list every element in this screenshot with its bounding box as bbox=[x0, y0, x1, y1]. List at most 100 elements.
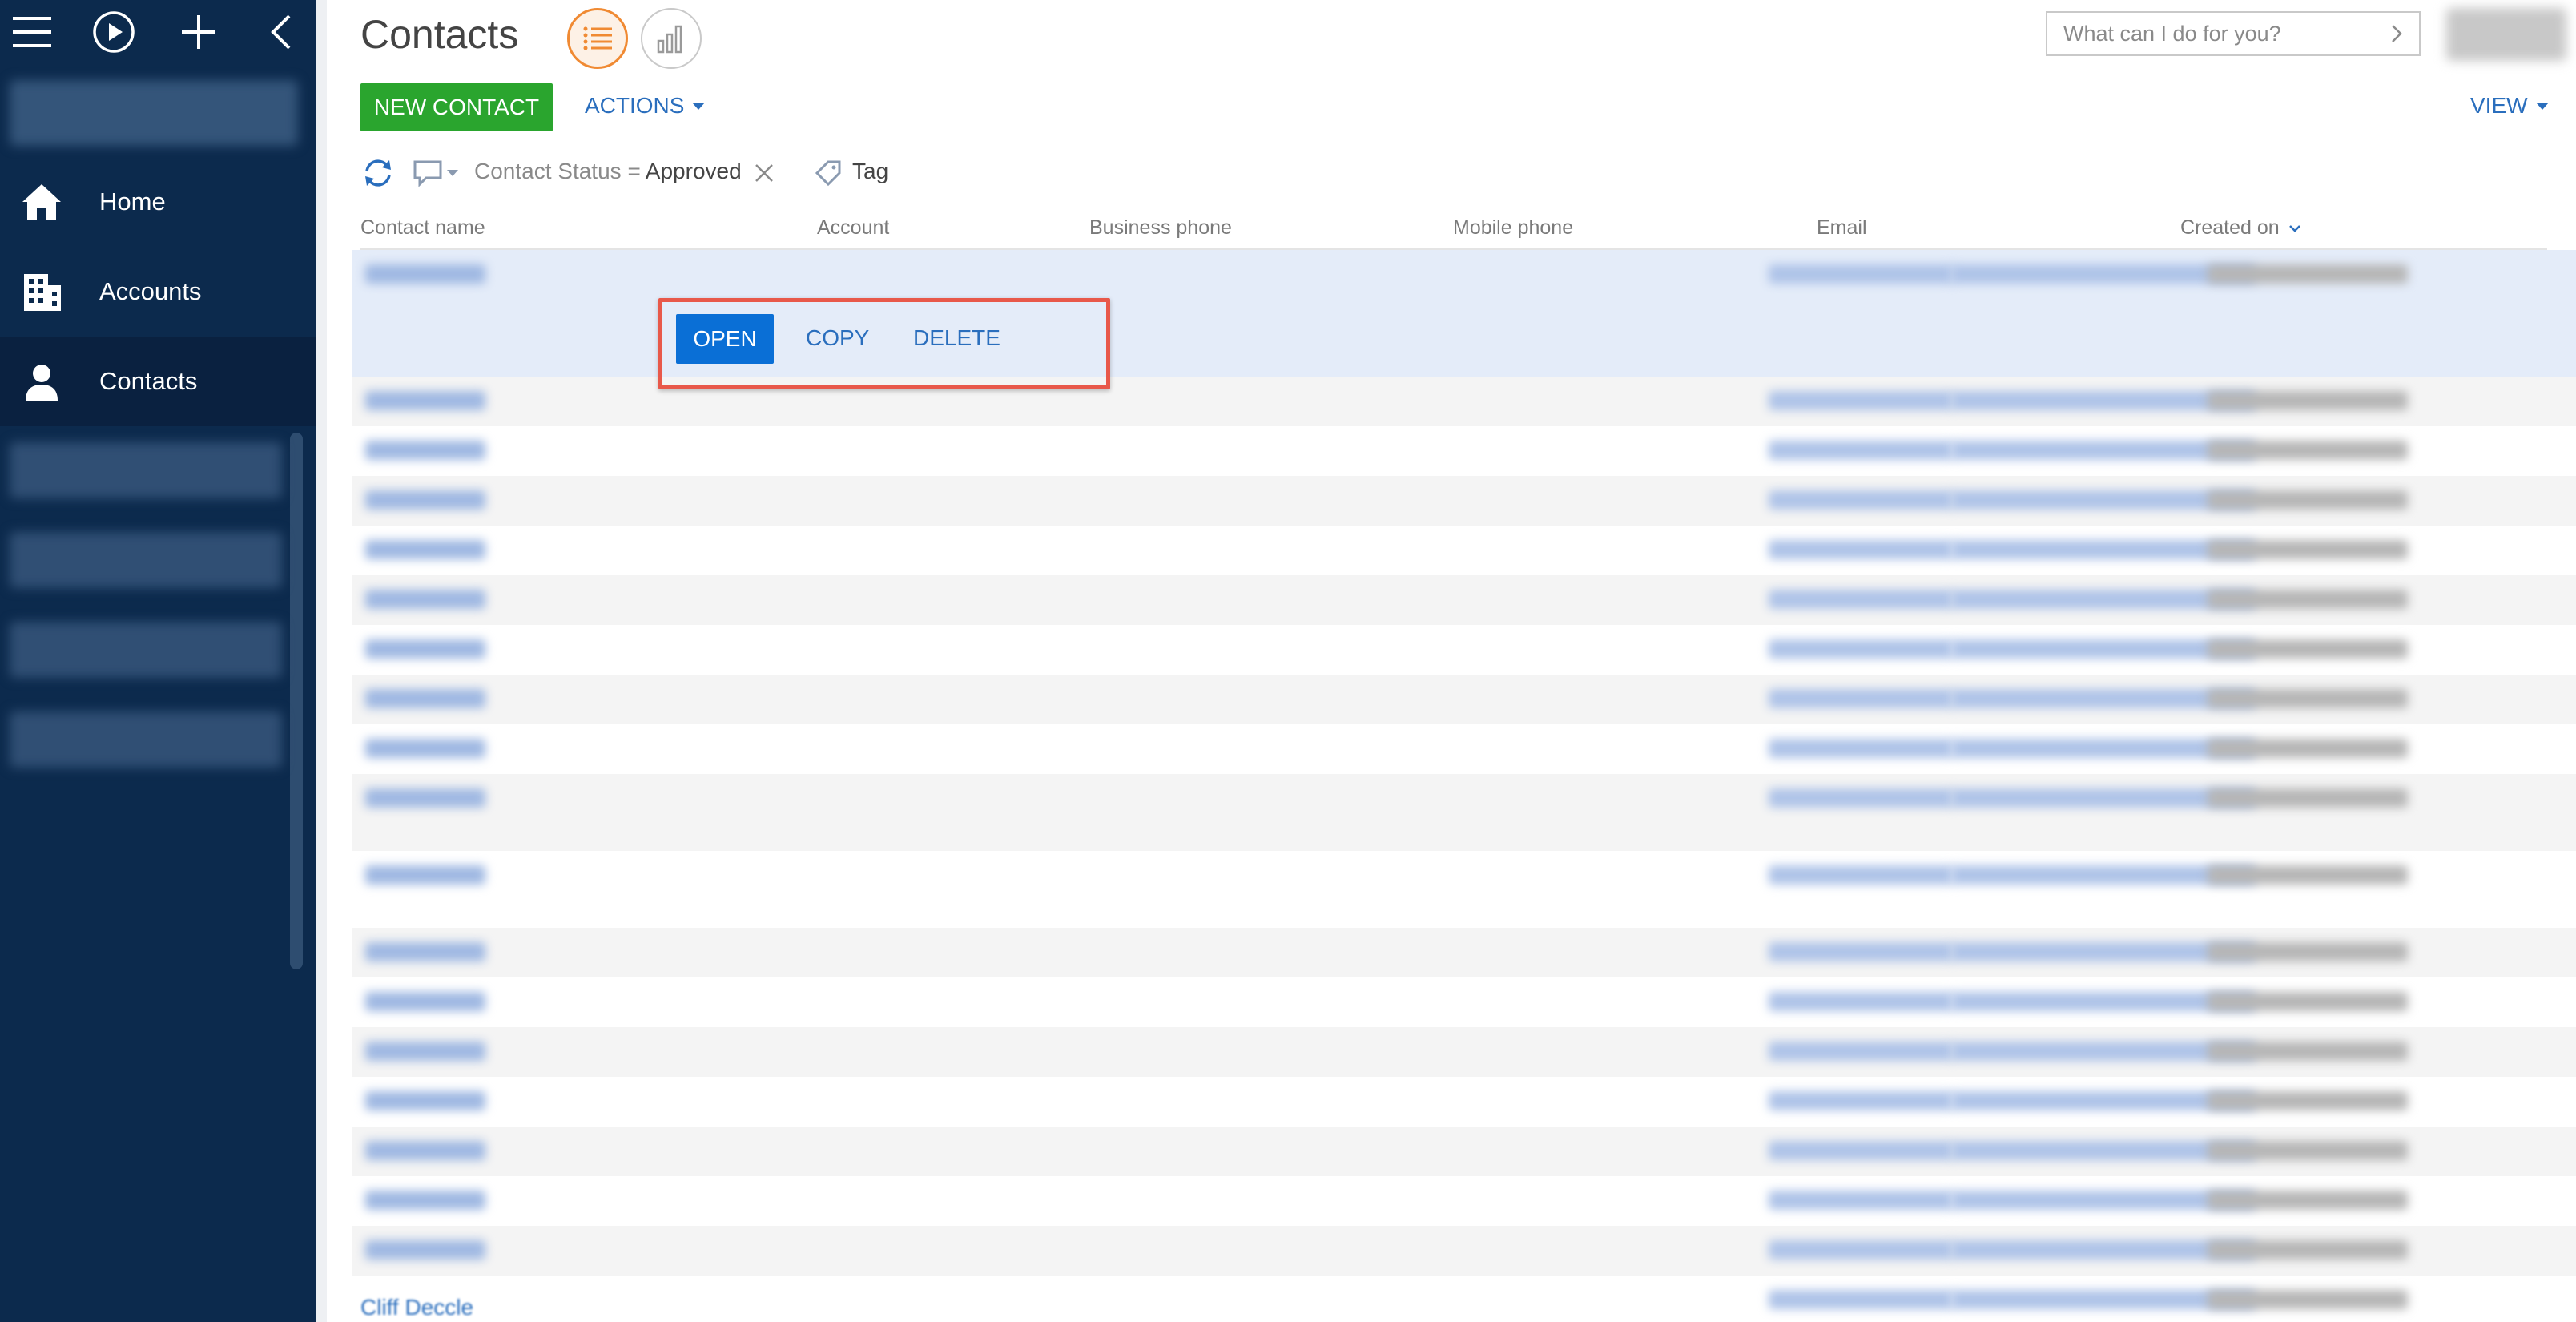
table-row[interactable] bbox=[352, 724, 2576, 774]
collapse-icon[interactable] bbox=[255, 6, 306, 58]
view-label: VIEW bbox=[2470, 93, 2528, 118]
blurred-cell bbox=[365, 490, 485, 510]
table-row[interactable] bbox=[352, 426, 2576, 476]
analytics-view-button[interactable] bbox=[641, 8, 702, 69]
actions-dropdown[interactable]: ACTIONS bbox=[585, 93, 706, 119]
nav-item-contacts[interactable]: Contacts bbox=[0, 337, 316, 426]
blurred-cell bbox=[365, 1191, 485, 1210]
user-profile[interactable] bbox=[10, 80, 298, 146]
nav-item-blurred[interactable] bbox=[10, 711, 282, 768]
blurred-cell bbox=[365, 540, 485, 559]
open-button[interactable]: OPEN bbox=[676, 314, 774, 364]
table-row[interactable] bbox=[352, 928, 2576, 977]
sidebar-toolbar bbox=[0, 0, 316, 64]
view-dropdown[interactable]: VIEW bbox=[2470, 93, 2549, 119]
blurred-cell bbox=[365, 264, 485, 284]
table-row[interactable] bbox=[352, 1027, 2576, 1077]
blurred-cell bbox=[365, 1240, 485, 1260]
close-icon[interactable] bbox=[753, 162, 775, 184]
blurred-cell bbox=[1769, 1091, 1953, 1110]
nav-item-home[interactable]: Home bbox=[0, 157, 316, 247]
blurred-cell bbox=[2208, 264, 2408, 284]
table-row[interactable] bbox=[352, 575, 2576, 625]
blurred-cell bbox=[2208, 540, 2408, 559]
list-view-button[interactable] bbox=[567, 8, 628, 69]
filter-field: Contact Status bbox=[474, 159, 622, 183]
table-row[interactable] bbox=[352, 1176, 2576, 1226]
filter-folder-icon[interactable] bbox=[410, 155, 445, 191]
blurred-cell bbox=[365, 590, 485, 609]
menu-icon[interactable] bbox=[6, 6, 58, 58]
nav-item-blurred[interactable] bbox=[10, 622, 282, 678]
table-row[interactable] bbox=[352, 526, 2576, 575]
nav-item-blurred[interactable] bbox=[10, 442, 282, 498]
tag-icon[interactable] bbox=[812, 157, 844, 189]
column-header-email[interactable]: Email bbox=[1817, 216, 1867, 240]
blurred-cell bbox=[1769, 1191, 1953, 1210]
column-header-business-phone[interactable]: Business phone bbox=[1089, 216, 1232, 240]
refresh-icon[interactable] bbox=[360, 155, 396, 191]
column-header-contact-name[interactable]: Contact name bbox=[360, 216, 485, 240]
table-row[interactable] bbox=[352, 1127, 2576, 1176]
caret-down-icon bbox=[692, 102, 706, 110]
blurred-cell bbox=[365, 942, 485, 961]
table-header: Contact name Account Business phone Mobi… bbox=[360, 212, 2547, 250]
blurred-cell bbox=[1769, 739, 1953, 758]
table-row[interactable] bbox=[352, 774, 2576, 851]
active-filter[interactable]: Contact Status = Approved bbox=[474, 159, 742, 184]
blurred-cell bbox=[2208, 1141, 2408, 1160]
table-row[interactable] bbox=[352, 625, 2576, 675]
table-row[interactable] bbox=[352, 1077, 2576, 1127]
blurred-cell bbox=[1769, 590, 1953, 609]
table-row[interactable] bbox=[352, 675, 2576, 724]
blurred-cell bbox=[1769, 264, 1953, 284]
search-placeholder: What can I do for you? bbox=[2063, 21, 2281, 46]
list-icon bbox=[583, 26, 612, 50]
blurred-cell bbox=[1769, 1141, 1953, 1160]
blurred-cell bbox=[2208, 689, 2408, 708]
blurred-cell bbox=[1769, 992, 1953, 1011]
caret-down-icon bbox=[2535, 102, 2549, 110]
delete-button[interactable]: DELETE bbox=[913, 325, 1000, 351]
person-icon bbox=[26, 365, 58, 401]
column-header-created-on[interactable]: Created on bbox=[2180, 216, 2302, 240]
table-row[interactable] bbox=[352, 851, 2576, 928]
table-row[interactable] bbox=[352, 476, 2576, 526]
sidebar-scrollbar[interactable] bbox=[290, 433, 303, 969]
blurred-cell bbox=[2208, 942, 2408, 961]
blurred-cell bbox=[2208, 1091, 2408, 1110]
command-search-input[interactable]: What can I do for you? bbox=[2046, 11, 2421, 56]
nav-item-accounts[interactable]: Accounts bbox=[0, 247, 316, 337]
blurred-cell bbox=[2208, 441, 2408, 460]
new-contact-button[interactable]: NEW CONTACT bbox=[360, 83, 553, 131]
avatar[interactable] bbox=[2446, 8, 2566, 61]
sort-descending-icon[interactable] bbox=[2288, 221, 2302, 236]
filter-operator: = bbox=[627, 159, 641, 183]
table-row[interactable] bbox=[352, 1276, 2576, 1322]
blurred-cell bbox=[2208, 391, 2408, 410]
table-row[interactable] bbox=[352, 977, 2576, 1027]
add-icon[interactable] bbox=[173, 6, 224, 58]
play-icon[interactable] bbox=[88, 6, 139, 58]
column-header-account[interactable]: Account bbox=[817, 216, 889, 240]
caret-down-icon[interactable] bbox=[447, 170, 458, 176]
divider bbox=[316, 0, 327, 1322]
blurred-cell bbox=[365, 1141, 485, 1160]
sidebar: Home Accounts Contacts bbox=[0, 0, 316, 1322]
actions-label: ACTIONS bbox=[585, 93, 685, 118]
copy-button[interactable]: COPY bbox=[806, 325, 869, 351]
blurred-cell bbox=[2208, 739, 2408, 758]
blurred-cell bbox=[1769, 391, 1953, 410]
page-title: Contacts bbox=[360, 12, 519, 57]
chevron-right-icon[interactable] bbox=[2385, 22, 2408, 45]
contact-name-link[interactable]: Cliff Deccle bbox=[360, 1295, 473, 1320]
blurred-cell bbox=[1769, 1290, 1953, 1309]
column-header-mobile-phone[interactable]: Mobile phone bbox=[1453, 216, 1573, 240]
table-row[interactable] bbox=[352, 1226, 2576, 1276]
blurred-cell bbox=[365, 788, 485, 808]
blurred-cell bbox=[1769, 441, 1953, 460]
blurred-cell bbox=[2208, 865, 2408, 885]
nav-item-blurred[interactable] bbox=[10, 532, 282, 588]
blurred-cell bbox=[2208, 590, 2408, 609]
tag-label[interactable]: Tag bbox=[852, 159, 888, 184]
